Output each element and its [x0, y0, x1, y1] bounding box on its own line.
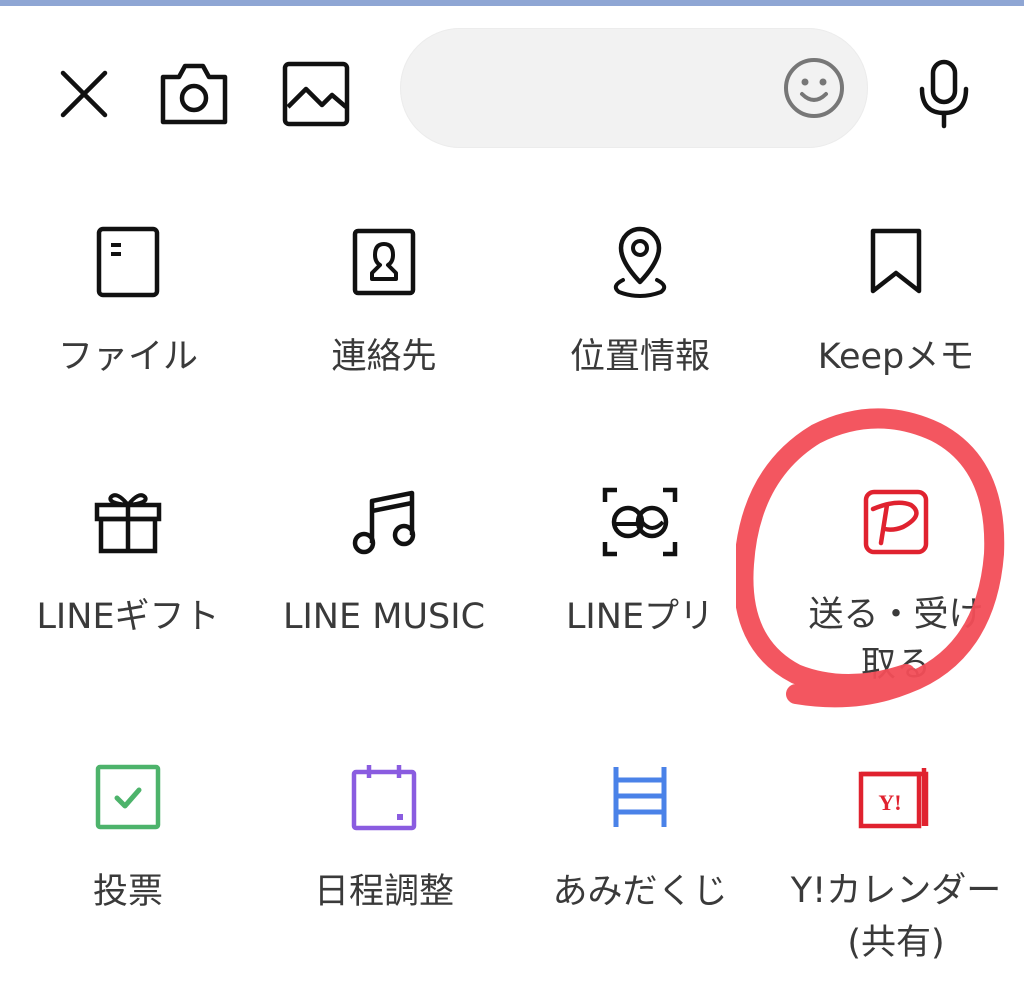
svg-text:Y!: Y! [878, 790, 901, 815]
voice-input-button[interactable] [904, 54, 984, 134]
menu-item-label: 連絡先 [331, 337, 437, 377]
microphone-icon [919, 59, 969, 129]
yahoo-calendar-icon: Y! [856, 757, 936, 837]
menu-item-file[interactable]: ファイル [0, 200, 256, 460]
menu-item-line-puri[interactable]: LINEプリ [512, 460, 768, 720]
menu-item-paypay-send-receive[interactable]: 送る・受け 取る [768, 460, 1024, 720]
calendar-icon [344, 757, 424, 837]
menu-item-label: 位置情報 [569, 337, 710, 377]
bookmark-icon [856, 222, 936, 302]
close-icon [60, 70, 108, 118]
image-icon [282, 61, 350, 127]
emoji-button[interactable] [782, 56, 846, 120]
menu-item-label: Keepメモ [817, 337, 975, 377]
gift-icon [88, 482, 168, 562]
contact-icon [344, 222, 424, 302]
menu-item-label: あみだくじ [552, 872, 728, 912]
menu-item-amidakuji[interactable]: あみだくじ [512, 735, 768, 995]
camera-button[interactable] [154, 54, 234, 134]
menu-item-vote[interactable]: 投票 [0, 735, 256, 995]
menu-item-line-gift[interactable]: LINEギフト [0, 460, 256, 720]
menu-item-location[interactable]: 位置情報 [512, 200, 768, 460]
menu-item-label: 送る・受け 取る [808, 595, 984, 685]
menu-item-label: ファイル [57, 337, 198, 377]
menu-item-keep-memo[interactable]: Keepメモ [768, 200, 1024, 460]
menu-item-yahoo-calendar[interactable]: Y! Y!カレンダー (共有) [768, 735, 1024, 995]
menu-item-contact[interactable]: 連絡先 [256, 200, 512, 460]
menu-item-label: 日程調整 [313, 872, 454, 912]
message-input[interactable] [400, 28, 868, 148]
camera-icon [160, 63, 228, 125]
music-note-icon [344, 482, 424, 562]
photo-booth-icon [600, 482, 680, 562]
menu-item-line-music[interactable]: LINE MUSIC [256, 460, 512, 720]
menu-item-label: Y!カレンダー (共有) [790, 871, 1002, 963]
file-icon [88, 222, 168, 302]
menu-item-label: LINE MUSIC [282, 597, 486, 637]
image-button[interactable] [276, 54, 356, 134]
location-pin-icon [600, 222, 680, 302]
menu-item-label: 投票 [92, 872, 163, 912]
menu-item-label: LINEプリ [565, 597, 715, 637]
menu-item-label: LINEギフト [36, 597, 220, 637]
vote-checkbox-icon [88, 757, 168, 837]
emoji-icon [784, 58, 844, 118]
ladder-lottery-icon [600, 757, 680, 837]
close-button[interactable] [44, 54, 124, 134]
paypay-icon [856, 482, 936, 562]
chat-input-toolbar [0, 6, 1024, 176]
menu-item-schedule[interactable]: 日程調整 [256, 735, 512, 995]
